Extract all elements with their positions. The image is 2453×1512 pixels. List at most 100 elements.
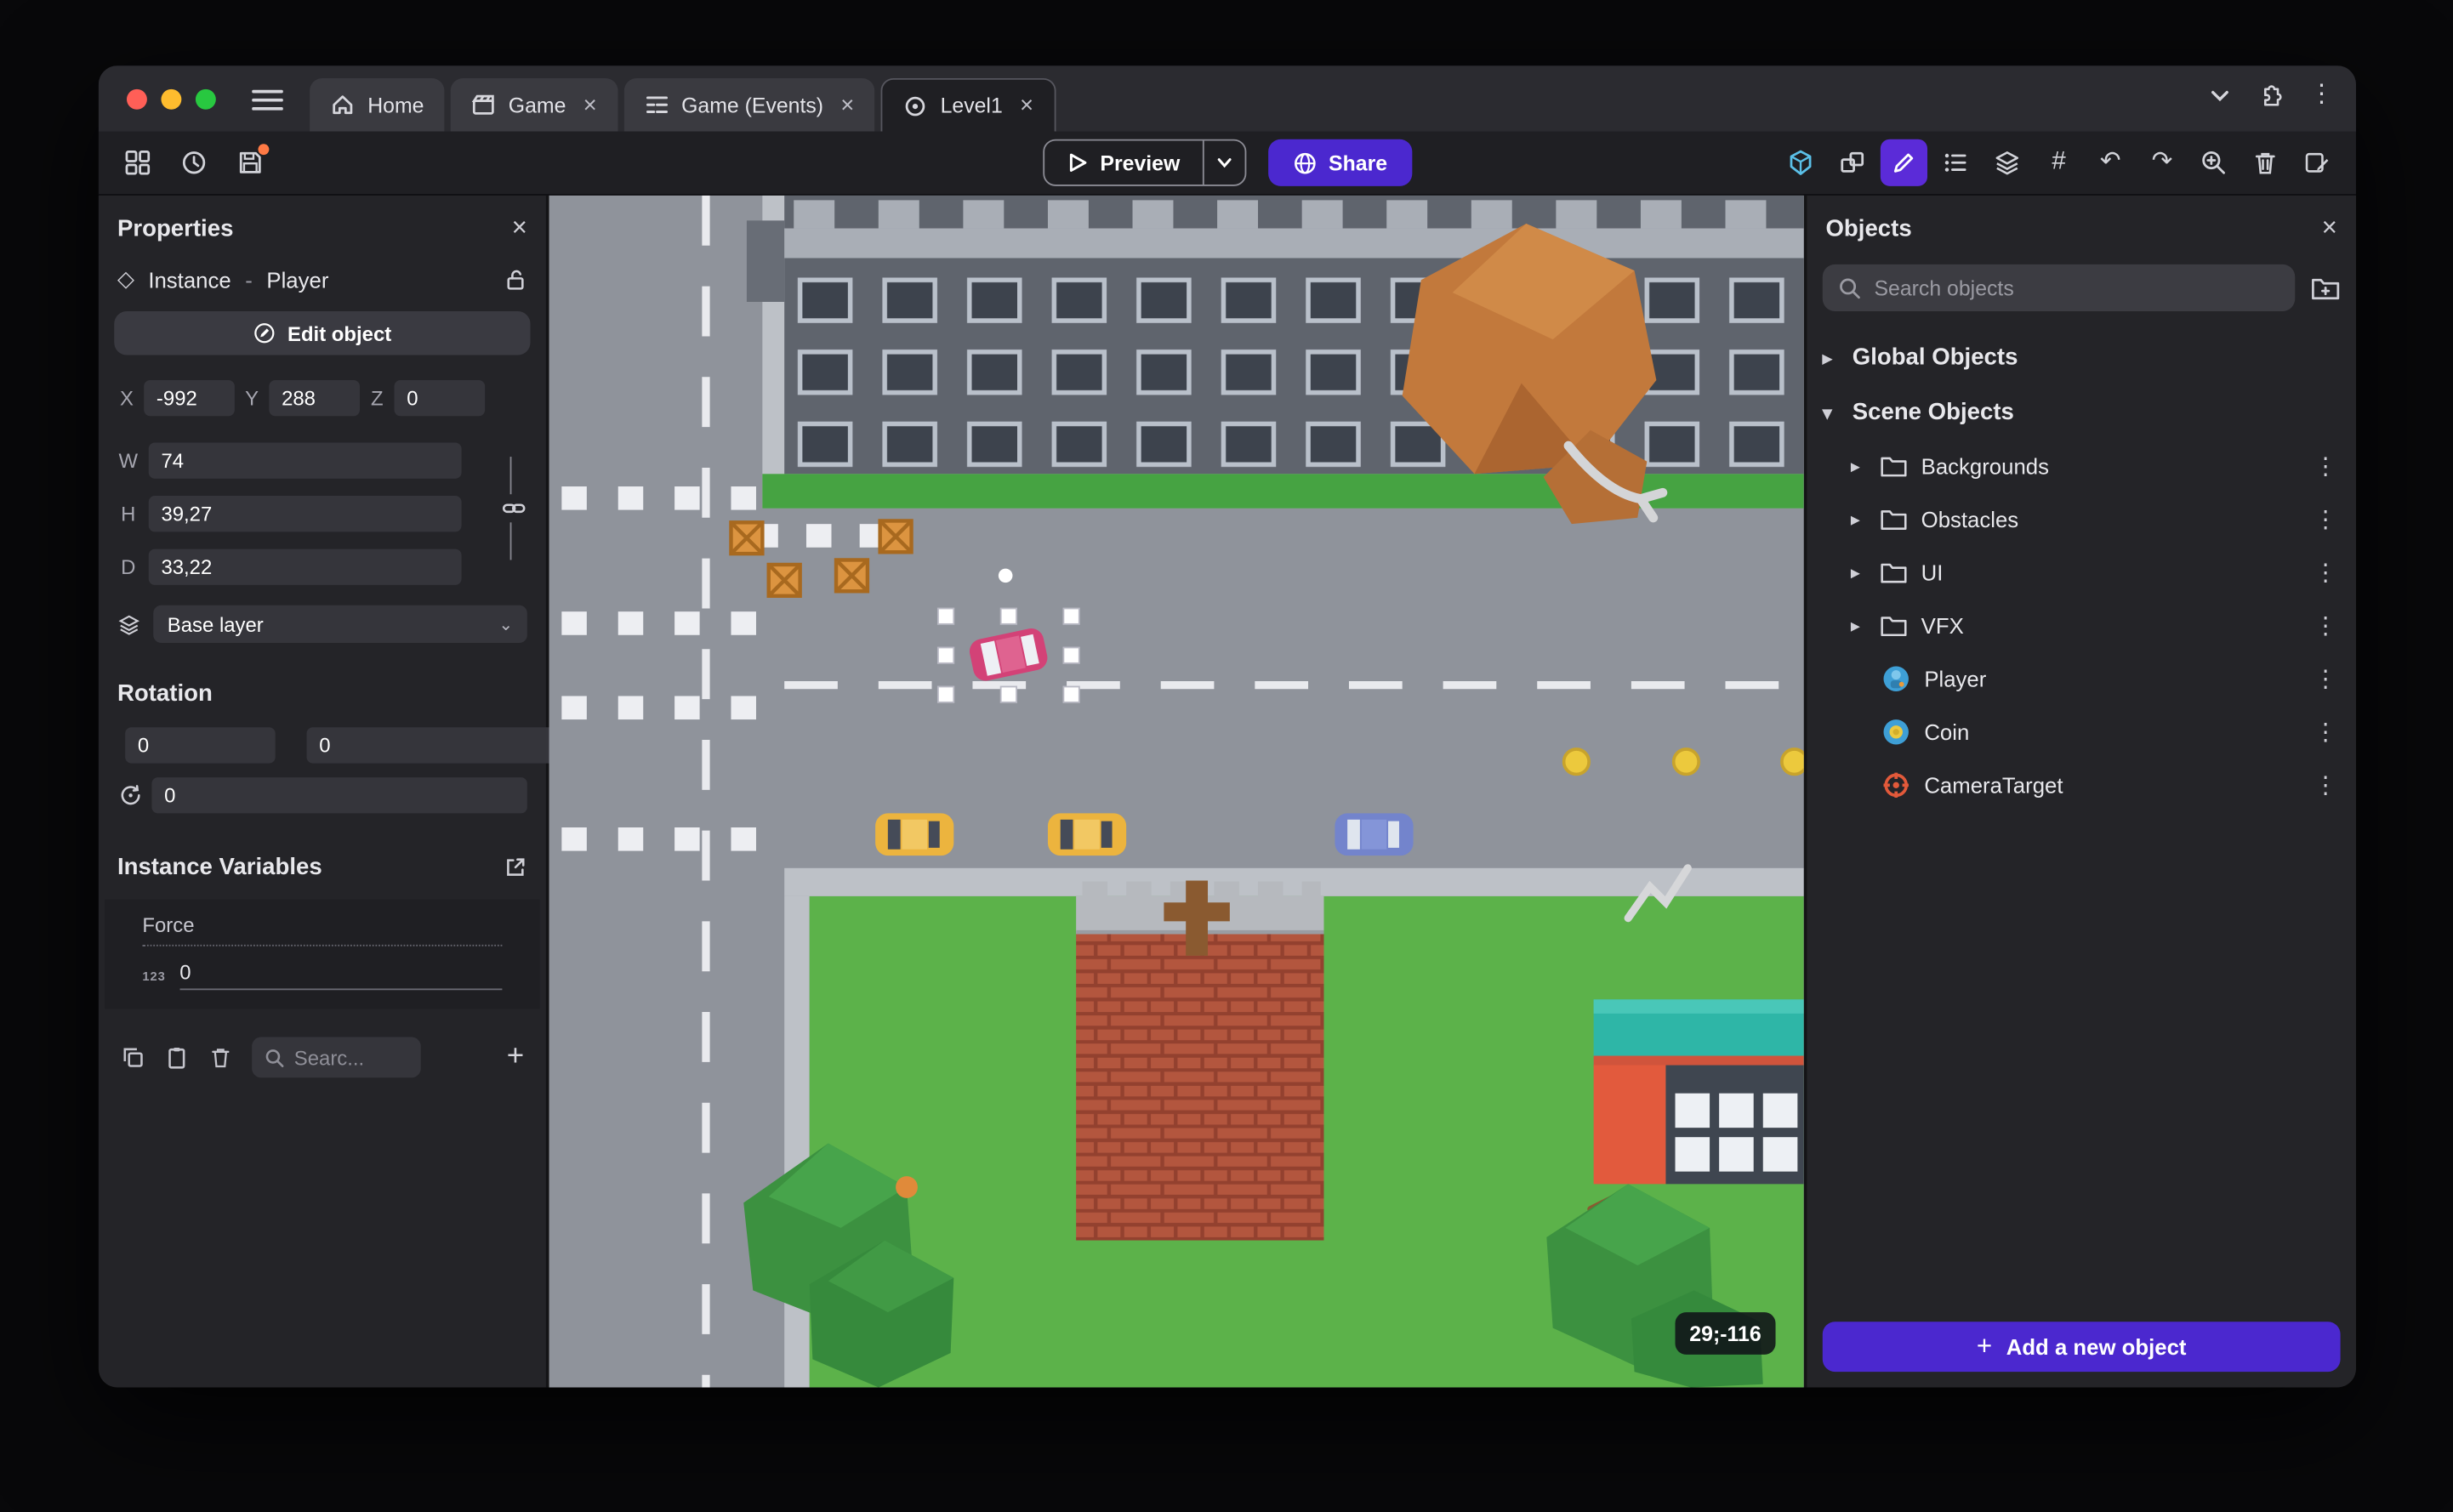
- cube-3d-icon: [1790, 150, 1812, 175]
- folder-menu-icon[interactable]: ⋮: [2314, 452, 2337, 480]
- scene-canvas-svg[interactable]: 29;-116: [549, 195, 1804, 1388]
- group-label: Global Objects: [1852, 344, 2018, 371]
- trash-icon[interactable]: [208, 1045, 233, 1070]
- rotation-handle[interactable]: [998, 568, 1013, 583]
- width-input[interactable]: [148, 442, 462, 479]
- project-manager-button[interactable]: [114, 139, 161, 186]
- tab-close-icon[interactable]: ×: [840, 92, 854, 118]
- add-new-object-button[interactable]: + Add a new object: [1822, 1322, 2341, 1373]
- number-type-icon: 123: [142, 969, 166, 984]
- object-menu-icon[interactable]: ⋮: [2314, 771, 2337, 799]
- yellow-car-1[interactable]: [875, 813, 954, 856]
- folder-backgrounds[interactable]: ▸ Backgrounds ⋮: [1807, 440, 2356, 493]
- open-in-new-icon[interactable]: [504, 855, 527, 879]
- lock-proportions-button[interactable]: [502, 494, 526, 523]
- tab-close-icon[interactable]: ×: [583, 92, 597, 118]
- object-cameratarget[interactable]: CameraTarget ⋮: [1807, 759, 2356, 812]
- rotation-x-input[interactable]: [125, 727, 276, 764]
- undo-button[interactable]: ↶: [2087, 139, 2134, 186]
- main-toolbar: Preview Share # ↶ ↷: [98, 131, 2356, 196]
- z-input[interactable]: [394, 379, 486, 417]
- hamburger-icon: [252, 89, 283, 111]
- tab-game[interactable]: Game ×: [450, 77, 618, 132]
- edit-mode-button[interactable]: [1880, 139, 1928, 186]
- add-new-object-label: Add a new object: [2006, 1333, 2187, 1360]
- edit-object-button[interactable]: Edit object: [114, 311, 531, 355]
- group-global-objects[interactable]: ▸ Global Objects: [1807, 330, 2356, 384]
- share-button[interactable]: Share: [1267, 139, 1413, 186]
- content-row: Properties × ◇ Instance - Player Edit ob…: [98, 195, 2356, 1388]
- add-variable-button[interactable]: +: [507, 1040, 524, 1074]
- variables-search-input[interactable]: [293, 1045, 395, 1070]
- tab-close-icon[interactable]: ×: [1020, 93, 1033, 119]
- unlock-icon[interactable]: [504, 268, 527, 292]
- more-menu-icon[interactable]: ⋮: [2309, 82, 2334, 107]
- zoom-button[interactable]: [2190, 139, 2237, 186]
- instance-type-label: Instance: [148, 266, 231, 293]
- titlebar-controls: ⋮: [2207, 82, 2334, 108]
- tab-level1[interactable]: Level1 ×: [880, 77, 1056, 132]
- rotation-z-input[interactable]: [151, 777, 527, 814]
- blue-car[interactable]: [1335, 813, 1414, 856]
- teal-building[interactable]: [1593, 999, 1804, 1185]
- edit-scene-properties-button[interactable]: [2293, 139, 2340, 186]
- layers-button[interactable]: [1983, 139, 2030, 186]
- delete-button[interactable]: [2242, 139, 2289, 186]
- preview-options-button[interactable]: [1202, 140, 1244, 185]
- toggle-3d-view-button[interactable]: [1777, 139, 1824, 186]
- w-label: W: [118, 448, 139, 473]
- chevron-down-icon[interactable]: [2207, 82, 2232, 107]
- history-button[interactable]: [170, 139, 217, 186]
- chevron-right-icon: ▸: [1822, 346, 1832, 369]
- preview-label: Preview: [1100, 151, 1181, 175]
- main-menu-button[interactable]: [248, 82, 286, 117]
- folder-menu-icon[interactable]: ⋮: [2314, 505, 2337, 533]
- folder-obstacles[interactable]: ▸ Obstacles ⋮: [1807, 492, 2356, 546]
- folder-ui[interactable]: ▸ UI ⋮: [1807, 546, 2356, 600]
- group-scene-objects[interactable]: ▾ Scene Objects: [1807, 384, 2356, 439]
- extensions-puzzle-icon[interactable]: [2257, 82, 2284, 108]
- folder-vfx[interactable]: ▸ VFX ⋮: [1807, 599, 2356, 652]
- edit-square-icon: [2305, 152, 2329, 173]
- x-input[interactable]: [144, 379, 235, 417]
- folder-label: UI: [1921, 560, 1944, 585]
- add-folder-icon[interactable]: [2311, 275, 2341, 301]
- brick-building[interactable]: [1076, 880, 1324, 1241]
- depth-input[interactable]: [148, 549, 462, 585]
- y-input[interactable]: [269, 379, 361, 417]
- zoom-window-button[interactable]: [195, 88, 216, 110]
- paste-icon[interactable]: [164, 1045, 189, 1070]
- tab-game-events[interactable]: Game (Events) ×: [623, 77, 875, 132]
- events-sheet-icon: [646, 96, 668, 113]
- grid-button[interactable]: #: [2035, 139, 2082, 186]
- yellow-car-2[interactable]: [1047, 813, 1127, 856]
- folder-menu-icon[interactable]: ⋮: [2314, 559, 2337, 586]
- save-button[interactable]: [227, 139, 274, 186]
- object-player[interactable]: Player ⋮: [1807, 652, 2356, 706]
- close-window-button[interactable]: [126, 88, 147, 110]
- variable-value[interactable]: 0: [179, 960, 503, 991]
- folder-menu-icon[interactable]: ⋮: [2314, 611, 2337, 639]
- redo-button[interactable]: ↷: [2138, 139, 2185, 186]
- object-menu-icon[interactable]: ⋮: [2314, 665, 2337, 693]
- scene-editor-canvas[interactable]: 29;-116: [549, 195, 1804, 1388]
- layer-dropdown[interactable]: Base layer ⌄: [153, 605, 527, 643]
- close-objects-icon[interactable]: ×: [2322, 213, 2337, 244]
- copy-icon[interactable]: [121, 1045, 145, 1070]
- preview-button[interactable]: Preview: [1044, 141, 1202, 185]
- minimize-window-button[interactable]: [161, 88, 182, 110]
- pencil-icon: [1893, 153, 1914, 173]
- chevron-right-icon: ▸: [1850, 508, 1860, 531]
- rotation-row-2: [99, 764, 546, 814]
- toolbar-left-group: [114, 139, 274, 186]
- tab-home[interactable]: Home: [310, 77, 445, 132]
- height-input[interactable]: [148, 496, 462, 532]
- instances-list-button[interactable]: [1829, 139, 1875, 186]
- object-menu-icon[interactable]: ⋮: [2314, 718, 2337, 746]
- objects-list-button[interactable]: [1932, 139, 1979, 186]
- chevron-right-icon: ▸: [1850, 614, 1860, 637]
- object-coin[interactable]: Coin ⋮: [1807, 706, 2356, 759]
- close-properties-icon[interactable]: ×: [512, 213, 527, 244]
- objects-search-input[interactable]: [1874, 276, 2279, 300]
- variable-name[interactable]: Force: [142, 913, 503, 946]
